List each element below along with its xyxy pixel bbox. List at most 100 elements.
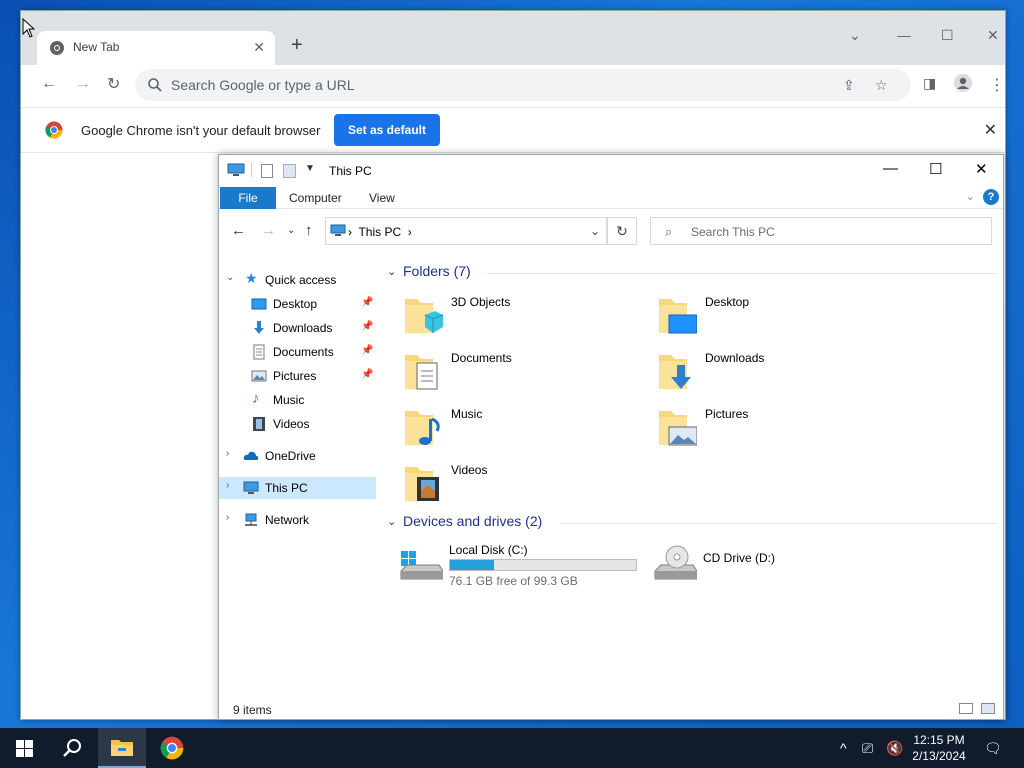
customize-toolbar-dropdown-icon[interactable]: ▼ [305,163,315,174]
downloads-icon [254,321,264,334]
disk-usage-bar [449,559,637,571]
ribbon-file-tab[interactable]: File [220,187,276,209]
ribbon-computer-tab[interactable]: Computer [289,191,342,205]
address-dropdown-icon[interactable]: ⌄ [590,224,600,238]
collapse-chevron-icon[interactable]: ⌄ [387,265,396,278]
nav-quick-access[interactable]: ⌄ ★ Quick access [219,269,376,291]
nav-label: This PC [265,481,308,495]
folder-pictures[interactable]: Pictures [657,403,897,453]
drives-group-header[interactable]: ⌄ Devices and drives (2) [385,513,1001,533]
forward-icon[interactable]: → [261,222,276,239]
minimize-icon[interactable]: — [897,27,911,43]
chrome-taskbar-button[interactable] [148,728,196,768]
reload-icon[interactable]: ↻ [107,74,120,94]
maximize-icon[interactable]: ☐ [929,160,942,178]
forward-icon[interactable]: → [75,75,91,93]
drive-local-disk-c[interactable]: Local Disk (C:) 76.1 GB free of 99.3 GB [399,539,649,589]
nav-item-downloads[interactable]: Downloads 📌 [219,317,376,339]
new-tab-button[interactable]: + [291,35,303,55]
expand-ribbon-icon[interactable]: ⌄ [966,190,975,203]
folder-name: Music [451,407,483,421]
disk-usage-fill [450,560,494,570]
folder-documents[interactable]: Documents [403,347,643,397]
infobar-message: Google Chrome isn't your default browser [81,123,321,138]
show-hidden-icons-chevron-icon[interactable]: ^ [840,740,847,756]
close-window-icon[interactable]: ✕ [975,160,988,178]
up-icon[interactable]: ↑ [305,222,313,239]
profile-avatar-icon[interactable] [953,73,973,98]
ribbon-tabs: File Computer View ⌄ ? [219,187,1003,209]
expand-chevron-icon[interactable]: › [226,512,229,523]
nav-onedrive[interactable]: › OneDrive [219,445,376,467]
nav-label: Videos [273,417,310,431]
group-label: Devices and drives (2) [403,513,543,529]
pin-icon: 📌 [361,345,374,356]
network-icon [245,513,257,526]
help-icon[interactable]: ? [983,189,999,205]
search-taskbar-button[interactable] [48,728,96,768]
system-clock[interactable]: 12:15 PM 2/13/2024 [904,732,974,764]
nav-this-pc[interactable]: › This PC [219,477,376,499]
recent-locations-icon[interactable]: ⌄ [287,225,295,236]
breadcrumb-this-pc[interactable]: This PC [358,225,401,239]
folder-desktop[interactable]: Desktop [657,291,897,341]
folder-music[interactable]: Music [403,403,643,453]
network-tray-icon[interactable]: ⎚ [862,740,873,757]
collapse-chevron-icon[interactable]: ⌄ [387,515,396,528]
nav-item-videos[interactable]: Videos [219,413,376,435]
back-icon[interactable]: ← [231,222,246,239]
infobar-close-icon[interactable]: ✕ [984,120,997,140]
local-disk-icon [400,551,443,580]
nav-item-pictures[interactable]: Pictures 📌 [219,365,376,387]
nav-label: Quick access [265,273,337,287]
tab-close-icon[interactable]: ✕ [253,39,265,56]
chrome-logo-icon [160,736,184,760]
omnibox[interactable]: Search Google or type a URL ⇪ ☆ [135,69,911,101]
folder-videos[interactable]: Videos [403,459,643,509]
notifications-icon[interactable]: 🗨 [984,740,1002,757]
large-icons-view-icon[interactable] [981,703,995,714]
omnibox-placeholder: Search Google or type a URL [171,77,355,93]
start-button[interactable] [0,728,48,768]
expand-chevron-icon[interactable]: › [226,448,229,459]
share-icon[interactable]: ⇪ [843,77,855,94]
chrome-logo-icon [45,121,63,139]
nav-item-documents[interactable]: Documents 📌 [219,341,376,363]
nav-item-desktop[interactable]: Desktop 📌 [219,293,376,315]
maximize-icon[interactable]: ☐ [941,27,954,44]
minimize-icon[interactable]: — [883,160,898,177]
close-window-icon[interactable]: ✕ [987,27,999,44]
expand-chevron-icon[interactable]: ⌄ [226,272,234,283]
side-panel-icon[interactable]: ◨ [923,75,936,92]
set-as-default-button[interactable]: Set as default [334,114,440,146]
folders-group-header[interactable]: ⌄ Folders (7) [385,263,1001,283]
drive-cd-d[interactable]: CD Drive (D:) [653,539,903,589]
music-folder-icon [405,411,440,445]
default-browser-infobar: Google Chrome isn't your default browser… [21,107,1005,153]
tab-new-tab[interactable]: New Tab ✕ [37,31,275,65]
folder-name: Documents [451,351,512,365]
menu-kebab-icon[interactable]: ⋮ [989,75,1005,95]
explorer-titlebar: ▼ This PC — ☐ ✕ [219,155,1003,185]
videos-icon [253,417,265,431]
folder-downloads[interactable]: Downloads [657,347,897,397]
tab-search-icon[interactable]: ⌄ [849,27,861,44]
bookmark-star-icon[interactable]: ☆ [875,77,888,94]
address-bar[interactable]: › This PC › ⌄ [325,217,607,245]
details-view-icon[interactable] [959,703,973,714]
3d-objects-folder-icon [405,299,443,333]
pictures-icon [251,370,267,382]
volume-muted-icon[interactable]: 🔇 [886,740,903,757]
ribbon-view-tab[interactable]: View [369,191,395,205]
this-pc-icon [243,481,259,494]
properties-icon[interactable] [261,164,273,178]
expand-chevron-icon[interactable]: › [226,480,229,491]
refresh-button[interactable]: ↻ [607,217,637,245]
folder-3d-objects[interactable]: 3D Objects [403,291,643,341]
back-icon[interactable]: ← [41,75,57,93]
nav-item-music[interactable]: ♪ Music [219,389,376,411]
nav-network[interactable]: › Network [219,509,376,531]
file-explorer-taskbar-button[interactable] [98,728,146,768]
search-box[interactable]: ⌕ Search This PC [650,217,992,245]
new-folder-icon[interactable] [283,164,296,178]
